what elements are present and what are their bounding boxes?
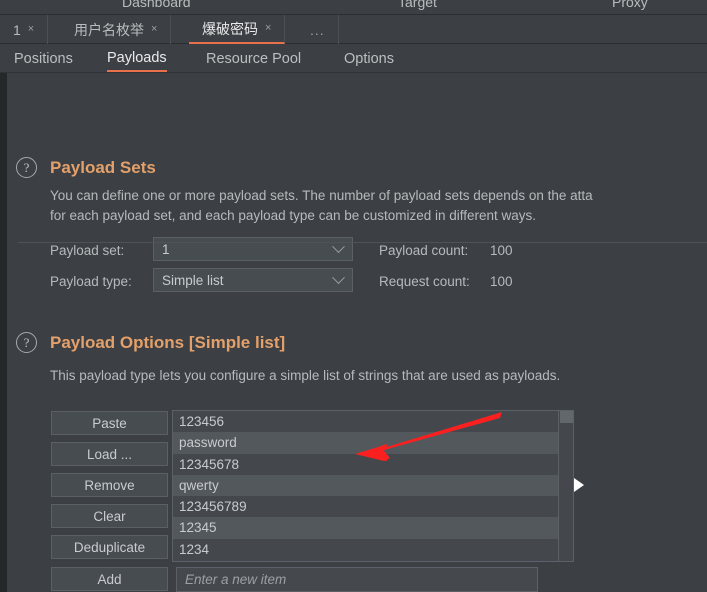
request-count-label: Request count: xyxy=(379,274,470,289)
remove-button[interactable]: Remove xyxy=(51,473,168,497)
attack-tab-username-enum-label: 用户名枚举 xyxy=(74,21,144,38)
expand-triangle-icon[interactable] xyxy=(574,478,584,492)
payload-set-select[interactable]: 1 xyxy=(153,237,353,261)
payload-sections-divider xyxy=(18,242,707,243)
payload-sets-description-line1: You can define one or more payload sets.… xyxy=(50,188,593,203)
payload-set-label: Payload set: xyxy=(50,243,125,258)
add-button[interactable]: Add xyxy=(51,567,168,591)
request-count-value: 100 xyxy=(490,274,513,289)
list-item[interactable]: 12345 xyxy=(173,517,573,539)
list-item[interactable]: 123456789 xyxy=(173,496,573,518)
load-button[interactable]: Load ... xyxy=(51,442,168,466)
attack-tab-password-brute-label: 爆破密码 xyxy=(202,20,258,37)
new-item-placeholder: Enter a new item xyxy=(185,572,287,587)
payload-type-value: Simple list xyxy=(162,272,224,288)
payload-sets-title: Payload Sets xyxy=(50,158,156,177)
payload-count-value: 100 xyxy=(490,243,513,258)
burp-intruder-payloads-window: Dashboard Target Proxy 1 × 用户名枚举 × 爆破密码 … xyxy=(0,0,707,592)
chevron-down-icon xyxy=(332,270,345,284)
payload-sets-description-line2: for each payload set, and each payload t… xyxy=(50,208,537,223)
left-gutter xyxy=(0,73,7,592)
tab-payloads[interactable]: Payloads xyxy=(107,45,167,72)
main-tab-dashboard[interactable]: Dashboard xyxy=(122,0,191,10)
payload-list-scrollbar[interactable] xyxy=(558,411,573,561)
payload-list[interactable]: 123456 password 12345678 qwerty 12345678… xyxy=(172,410,574,562)
attack-tab-overflow-label: ... xyxy=(310,21,325,38)
help-icon[interactable]: ? xyxy=(16,332,37,353)
tab-resource-pool[interactable]: Resource Pool xyxy=(206,45,301,72)
payload-set-value: 1 xyxy=(162,241,170,257)
attack-tab-1[interactable]: 1 × xyxy=(0,15,49,44)
payload-type-label: Payload type: xyxy=(50,274,132,289)
payload-type-select[interactable]: Simple list xyxy=(153,268,353,292)
main-tab-target[interactable]: Target xyxy=(398,0,437,10)
tab-positions[interactable]: Positions xyxy=(14,45,73,72)
payload-count-label: Payload count: xyxy=(379,243,469,258)
intruder-subtab-bar: Positions Payloads Resource Pool Options xyxy=(0,45,707,73)
new-item-input[interactable]: Enter a new item xyxy=(176,567,538,592)
attack-tab-username-enum[interactable]: 用户名枚举 × xyxy=(61,15,172,44)
close-icon[interactable]: × xyxy=(28,24,34,35)
list-item[interactable]: password xyxy=(173,432,573,454)
deduplicate-button[interactable]: Deduplicate xyxy=(51,535,168,559)
payload-options-title: Payload Options [Simple list] xyxy=(50,333,286,352)
list-item[interactable]: qwerty xyxy=(173,474,573,497)
attack-tab-password-brute[interactable]: 爆破密码 × xyxy=(189,15,286,44)
close-icon[interactable]: × xyxy=(265,23,271,34)
attack-tab-overflow-menu[interactable]: ... xyxy=(297,15,339,44)
main-tab-row: Dashboard Target Proxy xyxy=(0,0,707,14)
close-icon[interactable]: × xyxy=(151,24,157,35)
help-icon[interactable]: ? xyxy=(16,157,37,178)
list-item[interactable]: 12345678 xyxy=(173,453,573,475)
main-tab-proxy[interactable]: Proxy xyxy=(612,0,648,10)
payloads-content-panel: ? Payload Sets You can define one or mor… xyxy=(0,73,707,592)
tab-options[interactable]: Options xyxy=(344,45,394,72)
attack-tab-strip: 1 × 用户名枚举 × 爆破密码 × ... xyxy=(0,14,707,44)
clear-button[interactable]: Clear xyxy=(51,504,168,528)
list-item[interactable]: 1234 xyxy=(173,538,573,561)
list-item[interactable]: 123456 xyxy=(173,411,573,433)
scrollbar-thumb[interactable] xyxy=(560,411,573,423)
payload-options-description: This payload type lets you configure a s… xyxy=(50,368,561,383)
attack-tab-1-label: 1 xyxy=(13,21,21,38)
paste-button[interactable]: Paste xyxy=(51,411,168,435)
